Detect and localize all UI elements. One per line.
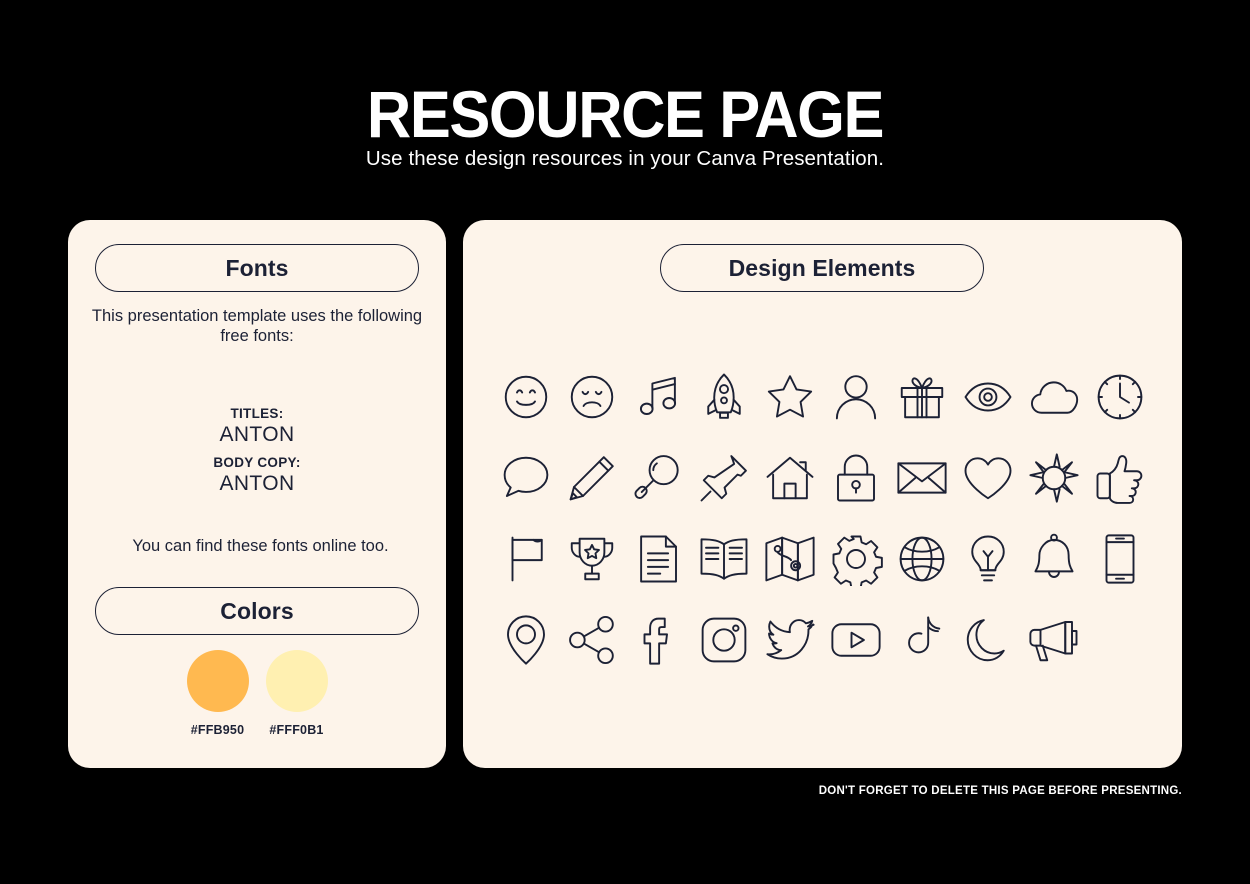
page-title: RESOURCE PAGE	[366, 77, 885, 151]
sun-icon[interactable]	[1027, 451, 1081, 505]
body-font-value: ANTON	[219, 472, 295, 495]
music-note-icon[interactable]	[631, 370, 685, 424]
bell-icon[interactable]	[1027, 532, 1081, 586]
page-subtitle: Use these design resources in your Canva…	[365, 147, 885, 170]
fonts-intro-text: This presentation template uses the foll…	[91, 307, 423, 345]
tiktok-icon[interactable]	[895, 613, 949, 667]
fonts-heading-label: Fonts	[225, 254, 289, 281]
twitter-icon[interactable]	[763, 613, 817, 667]
colors-heading-pill[interactable]: Colors	[95, 587, 419, 635]
location-pin-icon[interactable]	[499, 613, 553, 667]
color-swatch-dot[interactable]	[265, 650, 328, 712]
titles-font-label: TITLES:	[230, 406, 284, 421]
cloud-icon[interactable]	[1027, 370, 1081, 424]
smartphone-icon[interactable]	[1093, 532, 1147, 586]
fonts-colors-card: Fonts This presentation template uses th…	[68, 220, 446, 768]
titles-font-block: TITLES: ANTON	[88, 406, 426, 448]
rocket-icon[interactable]	[697, 370, 751, 424]
lock-icon[interactable]	[829, 451, 883, 505]
color-swatch-hex-label: #FFB950	[190, 723, 245, 737]
eye-icon[interactable]	[961, 370, 1015, 424]
document-icon[interactable]	[631, 532, 685, 586]
envelope-icon[interactable]	[895, 451, 949, 505]
share-icon[interactable]	[565, 613, 619, 667]
push-pin-icon[interactable]	[697, 451, 751, 505]
map-icon[interactable]	[763, 532, 817, 586]
moon-icon[interactable]	[961, 613, 1015, 667]
flag-icon[interactable]	[499, 532, 553, 586]
magnifying-glass-icon[interactable]	[631, 451, 685, 505]
star-icon[interactable]	[763, 370, 817, 424]
color-swatch-row: #FFB950 #FFF0B1	[68, 650, 446, 737]
fonts-heading-pill[interactable]: Fonts	[95, 244, 419, 292]
gear-icon[interactable]	[829, 532, 883, 586]
gift-icon[interactable]	[895, 370, 949, 424]
smiley-face-icon[interactable]	[499, 370, 553, 424]
speech-bubble-icon[interactable]	[499, 451, 553, 505]
body-font-block: BODY COPY: ANTON	[88, 455, 426, 497]
thumbs-up-icon[interactable]	[1093, 451, 1147, 505]
titles-font-value: ANTON	[219, 423, 295, 446]
facebook-icon[interactable]	[631, 613, 685, 667]
clock-icon[interactable]	[1093, 370, 1147, 424]
user-icon[interactable]	[829, 370, 883, 424]
color-swatch-item[interactable]: #FFF0B1	[265, 650, 328, 737]
color-swatch-item[interactable]: #FFB950	[186, 650, 249, 737]
sad-face-icon[interactable]	[565, 370, 619, 424]
slide-root: RESOURCE PAGE Use these design resources…	[0, 0, 1250, 884]
house-icon[interactable]	[763, 451, 817, 505]
color-swatch-hex-label: #FFF0B1	[269, 723, 324, 737]
design-elements-heading-label: Design Elements	[728, 254, 916, 281]
color-swatch-dot[interactable]	[186, 650, 249, 712]
youtube-icon[interactable]	[829, 613, 883, 667]
footer-note: DON'T FORGET TO DELETE THIS PAGE BEFORE …	[818, 785, 1182, 797]
body-font-label: BODY COPY:	[213, 455, 301, 470]
globe-icon[interactable]	[895, 532, 949, 586]
lightbulb-icon[interactable]	[961, 532, 1015, 586]
open-book-icon[interactable]	[697, 532, 751, 586]
icon-grid	[493, 356, 1153, 680]
design-elements-card: Design Elements	[463, 220, 1182, 768]
instagram-icon[interactable]	[697, 613, 751, 667]
megaphone-icon[interactable]	[1027, 613, 1081, 667]
colors-heading-label: Colors	[220, 597, 294, 624]
heart-icon[interactable]	[961, 451, 1015, 505]
pencil-icon[interactable]	[565, 451, 619, 505]
trophy-icon[interactable]	[565, 532, 619, 586]
design-elements-heading-pill[interactable]: Design Elements	[660, 244, 984, 292]
fonts-outro-text: You can find these fonts online too.	[132, 537, 389, 555]
